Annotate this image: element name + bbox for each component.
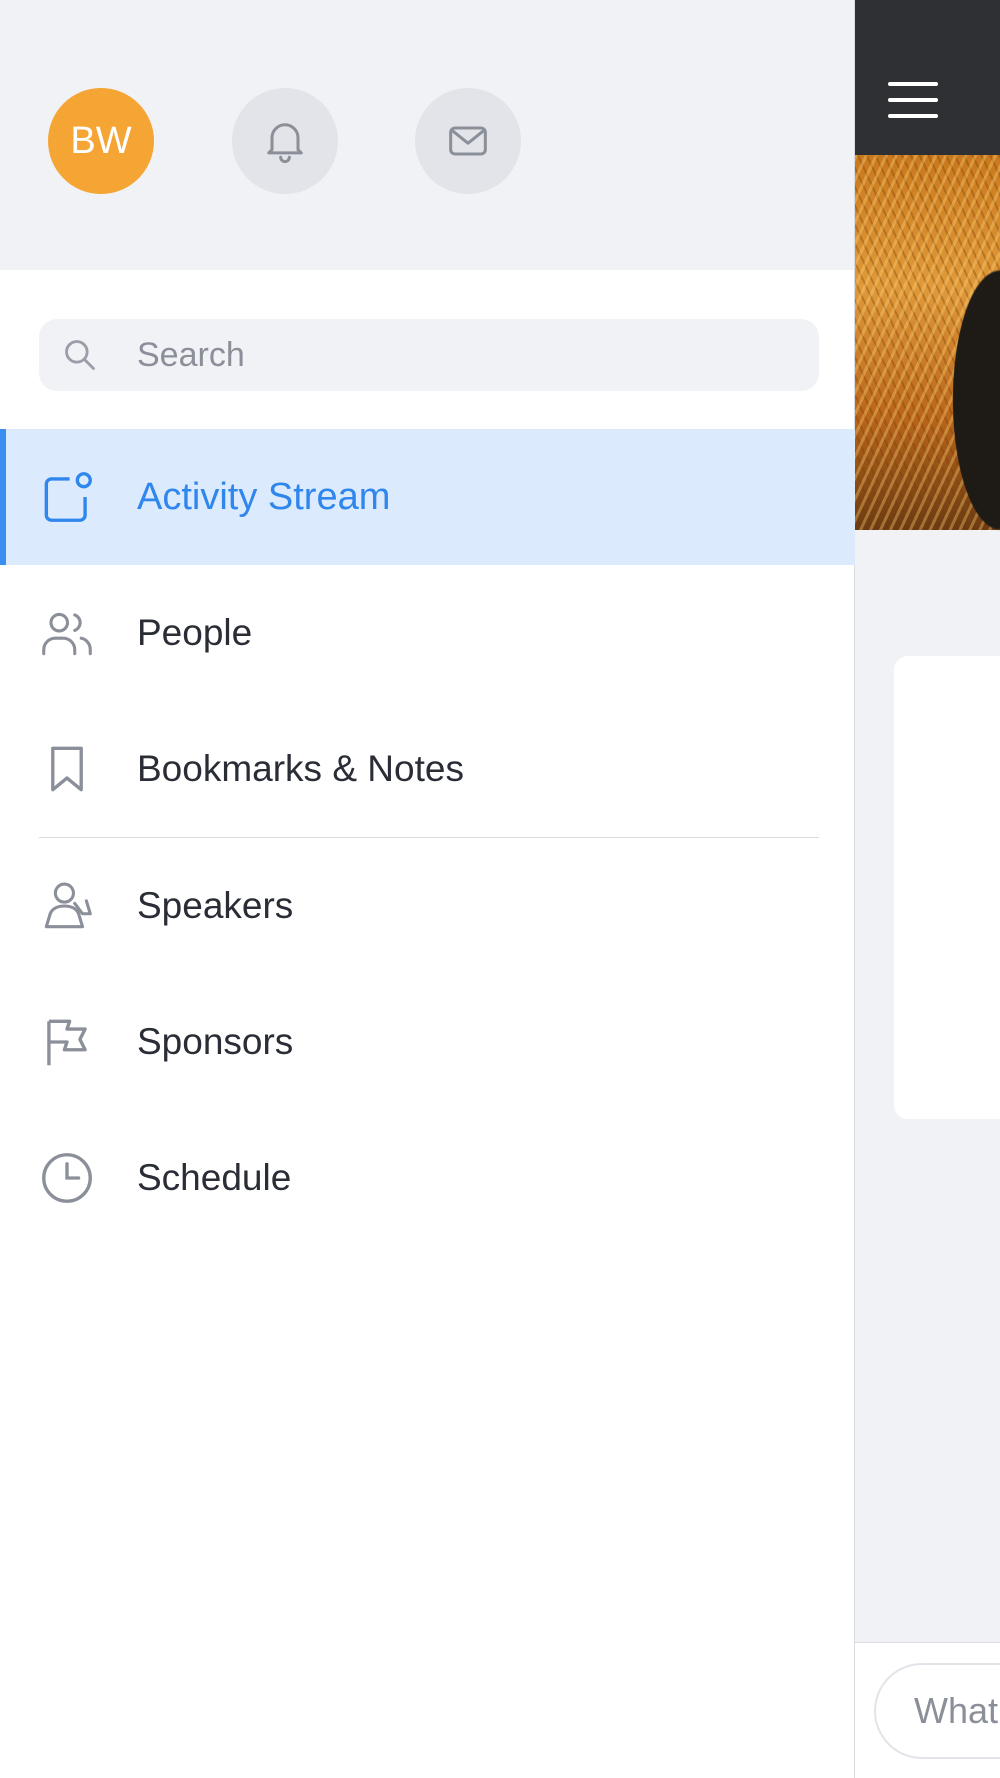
nav-item-sponsors[interactable]: Sponsors: [0, 974, 855, 1110]
nav-item-label: Activity Stream: [137, 475, 391, 518]
nav-item-label: Sponsors: [137, 1021, 294, 1062]
search-icon: [65, 340, 95, 370]
nav-item-label: People: [137, 612, 253, 653]
hamburger-icon[interactable]: [888, 82, 938, 118]
cover-image: [855, 155, 1000, 535]
post-composer-input[interactable]: What: [874, 1663, 1000, 1759]
speakers-icon: [44, 882, 92, 929]
messages-button[interactable]: [415, 88, 521, 194]
drawer-header: BW: [0, 0, 854, 270]
activity-stream-icon: [44, 472, 92, 522]
composer-bar: What: [855, 1642, 1000, 1778]
nav-item-speakers[interactable]: Speakers: [0, 838, 855, 974]
nav-item-label: Schedule: [137, 1157, 292, 1198]
search-field[interactable]: [39, 319, 819, 391]
flag-icon: [47, 1019, 87, 1066]
nav-menu: Activity Stream People Bookmarks & Notes: [0, 429, 855, 1246]
people-icon: [42, 612, 92, 656]
user-avatar[interactable]: BW: [48, 88, 154, 194]
nav-item-label: Bookmarks & Notes: [137, 748, 464, 789]
clock-icon: [42, 1153, 92, 1203]
nav-item-schedule[interactable]: Schedule: [0, 1110, 855, 1246]
background-app: What: [855, 0, 1000, 1778]
bookmark-icon: [51, 746, 83, 792]
envelope-icon: [449, 126, 487, 156]
content-card: [894, 656, 1000, 1119]
nav-item-label: Speakers: [137, 885, 294, 926]
notifications-button[interactable]: [232, 88, 338, 194]
search-input[interactable]: [137, 335, 777, 375]
nav-item-bookmarks-notes[interactable]: Bookmarks & Notes: [0, 701, 855, 837]
app-top-bar: [855, 0, 1000, 155]
nav-item-activity-stream[interactable]: Activity Stream: [0, 429, 855, 565]
navigation-drawer: BW Activity Stream: [0, 0, 855, 1778]
avatar-initials: BW: [70, 119, 132, 162]
composer-placeholder: What: [914, 1690, 999, 1731]
bell-icon: [267, 123, 303, 164]
nav-item-people[interactable]: People: [0, 565, 855, 701]
